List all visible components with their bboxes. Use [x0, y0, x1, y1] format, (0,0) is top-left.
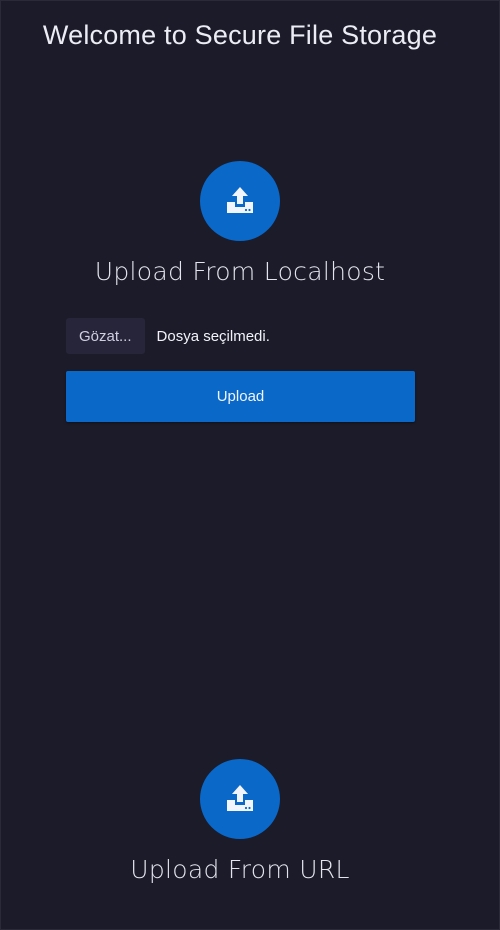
page-title: Welcome to Secure File Storage [42, 20, 438, 50]
upload-icon [227, 785, 253, 811]
upload-button[interactable]: Upload [66, 371, 415, 422]
browse-button[interactable]: Gözat... [66, 318, 145, 354]
upload-icon [227, 187, 253, 213]
url-upload-icon-badge [200, 759, 280, 839]
local-upload-icon-badge [200, 161, 280, 241]
file-status-text: Dosya seçilmedi. [156, 327, 270, 345]
file-input[interactable]: Gözat... Dosya seçilmedi. [66, 318, 270, 354]
url-upload-title: Upload From URL [130, 855, 350, 884]
local-upload-title: Upload From Localhost [94, 257, 386, 286]
